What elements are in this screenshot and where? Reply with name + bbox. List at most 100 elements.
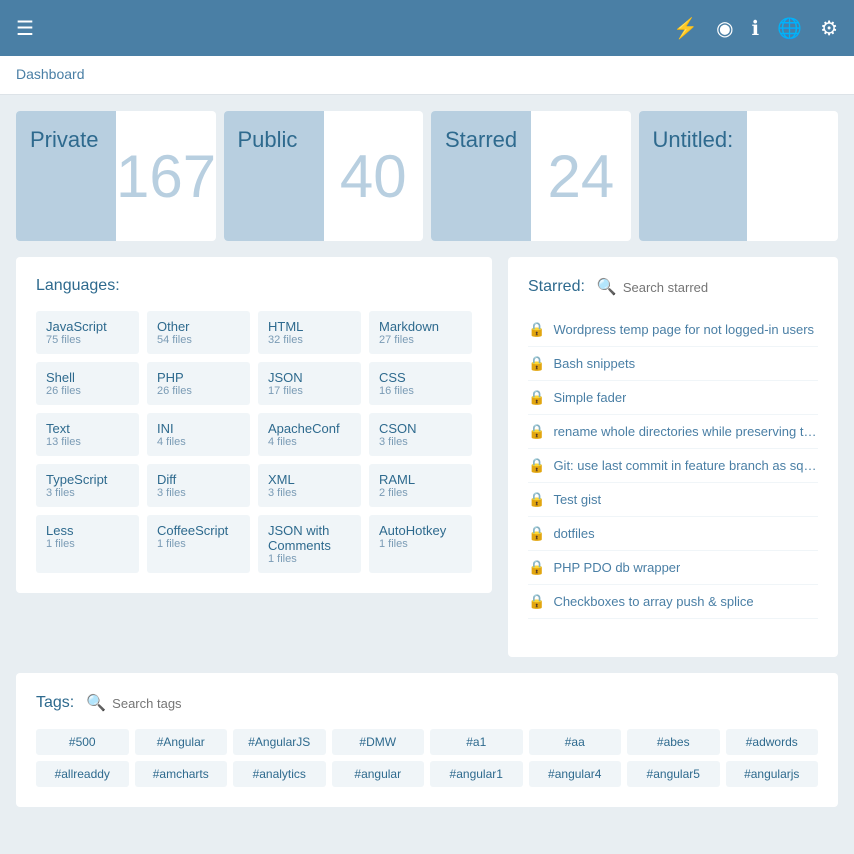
tag-item[interactable]: #AngularJS — [233, 729, 326, 755]
tags-header: Tags: 🔍 — [36, 693, 818, 713]
lang-count: 1 files — [46, 538, 129, 550]
two-col-layout: Languages: JavaScript75 filesOther54 fil… — [16, 257, 838, 657]
right-panel: Starred: 🔍 🔒Wordpress temp page for not … — [508, 257, 838, 657]
starred-list-item[interactable]: 🔒PHP PDO db wrapper — [528, 551, 818, 585]
tag-item[interactable]: #amcharts — [135, 761, 228, 787]
lang-count: 16 files — [379, 385, 462, 397]
header-left: ☰ — [16, 16, 34, 41]
lang-name: RAML — [379, 472, 462, 487]
tag-item[interactable]: #analytics — [233, 761, 326, 787]
hamburger-icon[interactable]: ☰ — [16, 16, 34, 41]
lang-name: CSON — [379, 421, 462, 436]
starred-list-item[interactable]: 🔒Wordpress temp page for not logged-in u… — [528, 313, 818, 347]
tags-search-input[interactable] — [112, 696, 818, 711]
lang-name: INI — [157, 421, 240, 436]
language-item[interactable]: ApacheConf4 files — [258, 413, 361, 456]
lang-name: Less — [46, 523, 129, 538]
tag-item[interactable]: #DMW — [332, 729, 425, 755]
starred-list-item[interactable]: 🔒rename whole directories while preservi… — [528, 415, 818, 449]
starred-list-item[interactable]: 🔒 Test gist — [528, 483, 818, 517]
language-item[interactable]: CSS16 files — [369, 362, 472, 405]
lang-count: 17 files — [268, 385, 351, 397]
starred-item-text: Test gist — [553, 492, 601, 507]
lang-count: 3 files — [379, 436, 462, 448]
starred-search-input[interactable] — [623, 280, 818, 295]
stats-row: Private 167 Public 40 Starred 24 Untit — [16, 111, 838, 241]
lang-name: Shell — [46, 370, 129, 385]
starred-list-item[interactable]: 🔒Git: use last commit in feature branch … — [528, 449, 818, 483]
lang-count: 3 files — [268, 487, 351, 499]
lang-count: 27 files — [379, 334, 462, 346]
tag-item[interactable]: #angular — [332, 761, 425, 787]
lock-icon: 🔒 — [528, 355, 545, 372]
starred-item-text: dotfiles — [553, 526, 594, 541]
language-item[interactable]: Less1 files — [36, 515, 139, 573]
language-item[interactable]: JSON with Comments1 files — [258, 515, 361, 573]
language-item[interactable]: RAML2 files — [369, 464, 472, 507]
language-item[interactable]: JavaScript75 files — [36, 311, 139, 354]
stat-label-untitled: Untitled: — [639, 111, 748, 241]
starred-item-text: Bash snippets — [553, 356, 635, 371]
language-item[interactable]: CSON3 files — [369, 413, 472, 456]
lang-name: AutoHotkey — [379, 523, 462, 538]
lang-count: 3 files — [46, 487, 129, 499]
lang-name: JSON — [268, 370, 351, 385]
language-item[interactable]: Other54 files — [147, 311, 250, 354]
lock-icon: 🔒 — [528, 559, 545, 576]
starred-list-item[interactable]: 🔒Checkboxes to array push & splice — [528, 585, 818, 619]
starred-list: 🔒Wordpress temp page for not logged-in u… — [528, 313, 818, 619]
lang-count: 3 files — [157, 487, 240, 499]
tag-item[interactable]: #angular1 — [430, 761, 523, 787]
lang-count: 1 files — [268, 553, 351, 565]
lightning-icon[interactable]: ⚡ — [673, 16, 698, 41]
stat-card-starred[interactable]: Starred 24 — [431, 111, 631, 241]
stat-card-untitled[interactable]: Untitled: — [639, 111, 839, 241]
lock-icon: 🔒 — [528, 491, 545, 508]
tag-item[interactable]: #angular4 — [529, 761, 622, 787]
stat-label-private: Private — [16, 111, 116, 241]
starred-list-item[interactable]: 🔒 Bash snippets — [528, 347, 818, 381]
language-item[interactable]: CoffeeScript1 files — [147, 515, 250, 573]
main-content: Private 167 Public 40 Starred 24 Untit — [0, 95, 854, 823]
language-item[interactable]: Markdown27 files — [369, 311, 472, 354]
language-item[interactable]: TypeScript3 files — [36, 464, 139, 507]
tag-item[interactable]: #Angular — [135, 729, 228, 755]
info-icon[interactable]: ℹ — [752, 16, 760, 41]
language-item[interactable]: PHP26 files — [147, 362, 250, 405]
tag-item[interactable]: #adwords — [726, 729, 819, 755]
tag-item[interactable]: #angularjs — [726, 761, 819, 787]
starred-list-item[interactable]: 🔒dotfiles — [528, 517, 818, 551]
starred-search-icon: 🔍 — [597, 277, 617, 297]
tag-item[interactable]: #a1 — [430, 729, 523, 755]
language-item[interactable]: HTML32 files — [258, 311, 361, 354]
language-item[interactable]: JSON17 files — [258, 362, 361, 405]
starred-item-text: Git: use last commit in feature branch a… — [553, 458, 818, 473]
tag-item[interactable]: #angular5 — [627, 761, 720, 787]
stat-card-public[interactable]: Public 40 — [224, 111, 424, 241]
tags-search-container: 🔍 — [86, 693, 818, 713]
lang-count: 13 files — [46, 436, 129, 448]
lang-name: CSS — [379, 370, 462, 385]
tags-title: Tags: — [36, 694, 74, 712]
starred-header: Starred: 🔍 — [528, 277, 818, 297]
tag-item[interactable]: #abes — [627, 729, 720, 755]
lang-name: CoffeeScript — [157, 523, 240, 538]
language-item[interactable]: INI4 files — [147, 413, 250, 456]
globe-icon[interactable]: 🌐 — [777, 16, 802, 41]
stat-card-private[interactable]: Private 167 — [16, 111, 216, 241]
language-item[interactable]: AutoHotkey1 files — [369, 515, 472, 573]
lang-name: Diff — [157, 472, 240, 487]
language-item[interactable]: Text13 files — [36, 413, 139, 456]
lang-count: 4 files — [157, 436, 240, 448]
language-item[interactable]: XML3 files — [258, 464, 361, 507]
lang-count: 32 files — [268, 334, 351, 346]
language-item[interactable]: Diff3 files — [147, 464, 250, 507]
tag-item[interactable]: #allreaddy — [36, 761, 129, 787]
tag-item[interactable]: #500 — [36, 729, 129, 755]
tag-item[interactable]: #aa — [529, 729, 622, 755]
stat-label-public: Public — [224, 111, 324, 241]
language-item[interactable]: Shell26 files — [36, 362, 139, 405]
gear-icon[interactable]: ⚙ — [820, 16, 838, 41]
starred-list-item[interactable]: 🔒Simple fader — [528, 381, 818, 415]
profile-icon[interactable]: ◉ — [716, 16, 733, 41]
